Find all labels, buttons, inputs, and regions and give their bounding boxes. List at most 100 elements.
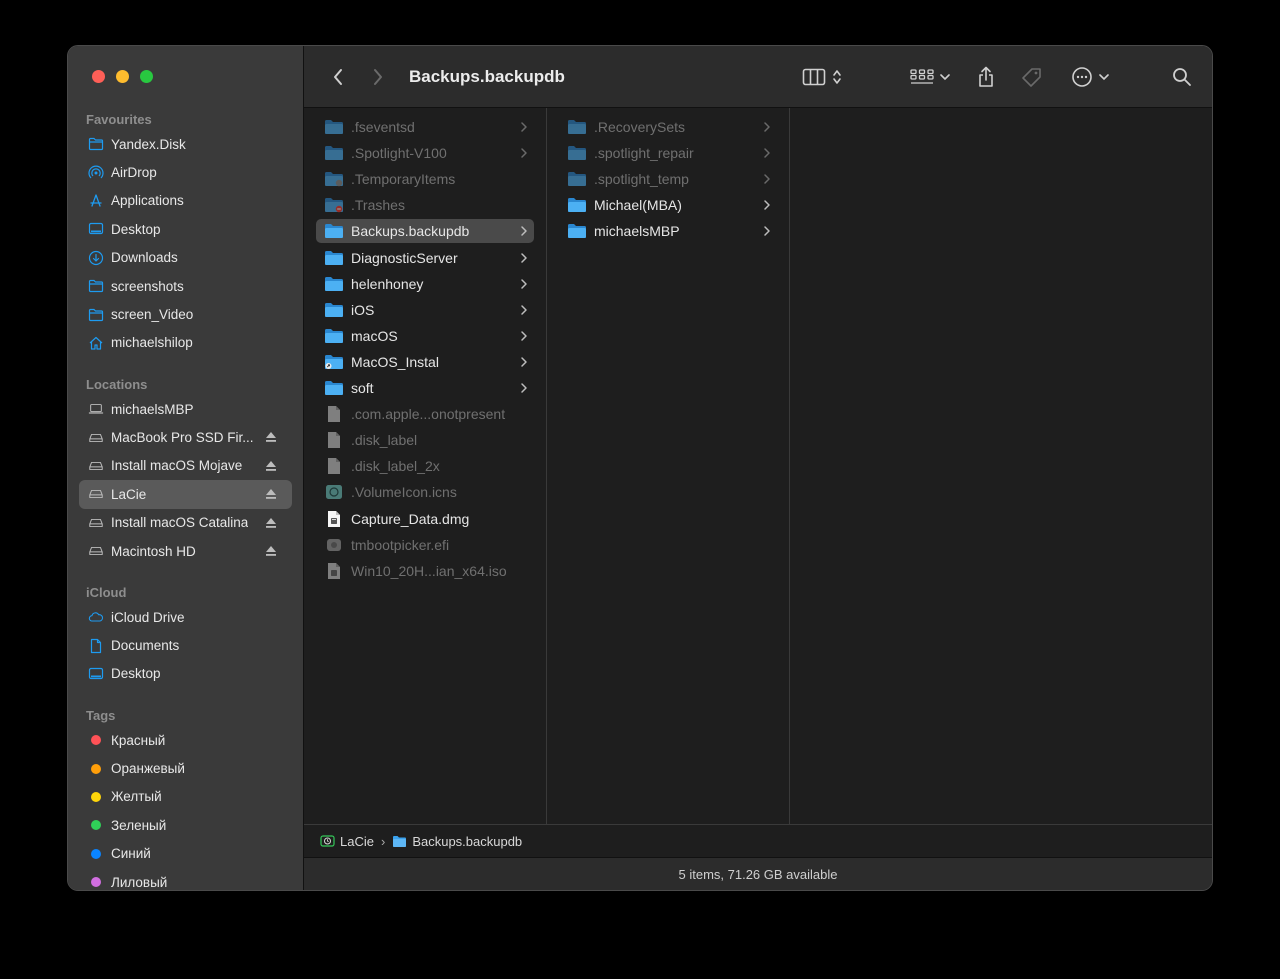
folder-row-diagnosticserver[interactable]: DiagnosticServer — [316, 246, 534, 270]
column-1[interactable]: .fseventsd .Spotlight-V100 .TemporaryItems… — [304, 108, 547, 824]
path-item-backups[interactable]: Backups.backupdb — [392, 834, 522, 849]
action-menu-button[interactable] — [1068, 65, 1112, 89]
file-row-capture-data-dmg[interactable]: Capture_Data.dmg — [316, 507, 534, 531]
file-row-disk-label-2x[interactable]: .disk_label_2x — [316, 454, 534, 478]
sidebar-item-michaelshilop[interactable]: michaelshilop — [68, 329, 292, 357]
sidebar-item-michaelsmbp[interactable]: michaelsMBP — [68, 395, 292, 423]
folder-row-ios[interactable]: iOS — [316, 298, 534, 322]
sidebar-item-icloud-drive[interactable]: iCloud Drive — [68, 603, 292, 631]
sidebar-item-оранжевый[interactable]: Оранжевый — [68, 754, 292, 782]
close-button[interactable] — [92, 70, 105, 83]
sidebar-item-desktop[interactable]: Desktop — [68, 660, 292, 688]
chevron-down-icon — [940, 74, 950, 81]
sidebar-item-yandex-disk[interactable]: Yandex.Disk — [68, 130, 292, 158]
item-label: tmbootpicker.efi — [351, 536, 450, 553]
sidebar-item-screenshots[interactable]: screenshots — [68, 272, 292, 300]
sidebar-item-desktop[interactable]: Desktop — [68, 215, 292, 243]
sidebar-item-lacie[interactable]: LaCie — [79, 480, 292, 509]
folder-row-temporaryitems[interactable]: .TemporaryItems — [316, 167, 534, 191]
folder-row-spotlight-repair[interactable]: .spotlight_repair — [559, 141, 777, 165]
folder-row-spotlight-temp[interactable]: .spotlight_temp — [559, 167, 777, 191]
share-button[interactable] — [974, 65, 998, 89]
back-button[interactable] — [328, 65, 348, 89]
item-label: DiagnosticServer — [351, 249, 458, 266]
folder-row-recoverysets[interactable]: .RecoverySets — [559, 115, 777, 139]
eject-icon[interactable] — [264, 487, 278, 501]
forward-button[interactable] — [368, 65, 388, 89]
folder-row-macos-instal[interactable]: MacOS_Instal — [316, 350, 534, 374]
minimize-button[interactable] — [116, 70, 129, 83]
chevron-right-icon — [521, 304, 527, 315]
column-browser: .fseventsd .Spotlight-V100 .TemporaryItems… — [304, 108, 1212, 824]
folder-icon — [324, 144, 344, 162]
sidebar-item-синий[interactable]: Синий — [68, 840, 292, 868]
sidebar-item-install-macos-mojave[interactable]: Install macOS Mojave — [68, 452, 292, 480]
sidebar-item-screen-video[interactable]: screen_Video — [68, 300, 292, 328]
sidebar-item-лиловый[interactable]: Лиловый — [68, 868, 292, 890]
column-2[interactable]: .RecoverySets .spotlight_repair .spotlight… — [547, 108, 790, 824]
file-row-com-apple-onotpresent[interactable]: .com.apple...onotpresent — [316, 402, 534, 426]
columns-view-icon — [802, 68, 826, 86]
sidebar-item-applications[interactable]: Applications — [68, 187, 292, 215]
sidebar-item-macintosh-hd[interactable]: Macintosh HD — [68, 537, 292, 565]
sidebar-item-красный[interactable]: Красный — [68, 726, 292, 754]
eject-icon[interactable] — [264, 459, 278, 473]
sidebar-item-label: AirDrop — [111, 165, 157, 181]
favourites-list: Yandex.Disk AirDrop Applications Desktop Dow… — [68, 130, 303, 357]
search-button[interactable] — [1170, 65, 1194, 89]
folder-row-trashes[interactable]: .Trashes — [316, 193, 534, 217]
item-label: .RecoverySets — [594, 119, 686, 135]
chevron-right-icon — [764, 174, 770, 184]
sidebar-item-label: Downloads — [111, 250, 178, 266]
eject-icon[interactable] — [264, 430, 278, 444]
folder-row-fseventsd[interactable]: .fseventsd — [316, 115, 534, 139]
folder-row-michael-mba[interactable]: Michael(MBA) — [559, 193, 777, 217]
folder-icon — [393, 836, 407, 847]
item-label: .com.apple...onotpresent — [351, 406, 506, 423]
sidebar-item-label: MacBook Pro SSD Fir... — [111, 430, 254, 446]
drive-icon — [88, 515, 104, 531]
tag-color-dot — [88, 732, 104, 748]
item-label: Backups.backupdb — [351, 223, 470, 240]
drive-icon — [88, 543, 104, 559]
file-row-disk-label[interactable]: .disk_label — [316, 428, 534, 452]
eject-icon[interactable] — [264, 516, 278, 530]
sidebar-item-downloads[interactable]: Downloads — [68, 244, 292, 272]
path-item-label: Backups.backupdb — [412, 833, 523, 849]
chevron-right-icon — [764, 122, 770, 132]
folder-row-helenhoney[interactable]: helenhoney — [316, 272, 534, 296]
file-row-volumeicon-icns[interactable]: .VolumeIcon.icns — [316, 480, 534, 504]
folder-row-backups-backupdb[interactable]: Backups.backupdb — [316, 219, 534, 244]
file-row-tmbootpicker-efi[interactable]: tmbootpicker.efi — [316, 533, 534, 557]
view-mode-button[interactable] — [800, 65, 844, 89]
file-file-icon — [324, 431, 344, 449]
folder-row-spotlight-v100[interactable]: .Spotlight-V100 — [316, 141, 534, 165]
path-item-lacie[interactable]: LaCie — [320, 834, 374, 849]
file-file-icon — [324, 405, 344, 423]
sidebar-item-label: LaCie — [111, 486, 147, 502]
tag-color-dot — [88, 761, 104, 777]
group-button[interactable] — [908, 65, 952, 89]
sidebar-item-install-macos-catalina[interactable]: Install macOS Catalina — [68, 509, 292, 537]
chevron-right-icon — [764, 148, 770, 158]
folder-icon — [567, 118, 587, 136]
sidebar-item-documents[interactable]: Documents — [68, 631, 292, 659]
tag-color-dot — [88, 846, 104, 862]
sidebar-item-зеленый[interactable]: Зеленый — [68, 811, 292, 839]
sidebar-item-label: Desktop — [111, 666, 161, 682]
eject-icon[interactable] — [264, 544, 278, 558]
folder-icon — [324, 222, 344, 240]
folder-row-soft[interactable]: soft — [316, 376, 534, 400]
folder-icon — [324, 379, 344, 397]
file-row-win10-20h-ian-x64-iso[interactable]: Win10_20H...ian_x64.iso — [316, 559, 534, 583]
sidebar-item-macbook-pro-ssd-fir[interactable]: MacBook Pro SSD Fir... — [68, 423, 292, 451]
zoom-button[interactable] — [140, 70, 153, 83]
folder-row-michaelsmbp[interactable]: michaelsMBP — [559, 219, 777, 243]
tag-button[interactable] — [1019, 65, 1045, 89]
path-bar: LaCie › Backups.backupdb — [304, 824, 1212, 857]
folder-row-macos[interactable]: macOS — [316, 324, 534, 348]
folder-icon — [567, 144, 587, 162]
sidebar-item-label: Синий — [111, 846, 151, 862]
sidebar-item-airdrop[interactable]: AirDrop — [68, 158, 292, 186]
sidebar-item-желтый[interactable]: Желтый — [68, 783, 292, 811]
